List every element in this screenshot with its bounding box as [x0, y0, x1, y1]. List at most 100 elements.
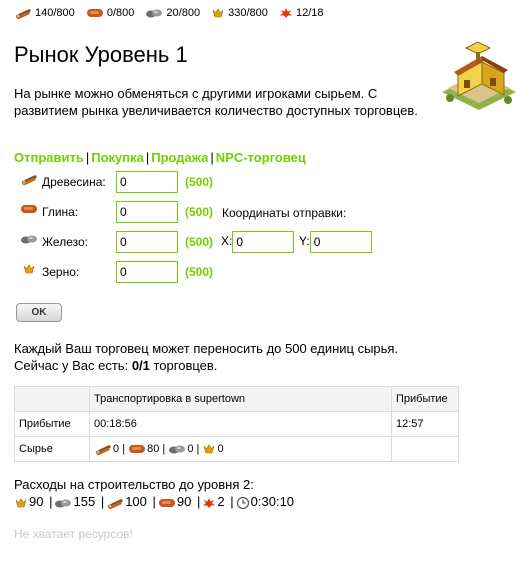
cost-wood: 100 — [125, 494, 147, 509]
coord-y-input[interactable] — [309, 231, 372, 253]
separator: | — [197, 494, 201, 509]
coord-x-input[interactable] — [232, 231, 295, 253]
crop-icon — [22, 263, 36, 275]
cost-iron: 155 — [73, 494, 96, 509]
clay-icon — [158, 497, 176, 509]
table-header-transport: Транспортировка в supertown — [89, 386, 392, 412]
resource-bar: 140/800 0/800 20/800 330/800 12/18 — [14, 7, 332, 20]
merchant-count-text: Сейчас у Вас есть: 0/1 торговцев. — [14, 357, 398, 374]
resource-clay: 0/800 — [86, 7, 135, 20]
resource-clay-value: 0/800 — [106, 7, 135, 20]
tab-separator: | — [85, 150, 90, 165]
page-title: Рынок Уровень 1 — [14, 42, 188, 67]
clock-icon — [236, 496, 250, 510]
coord-x-label: X: — [221, 234, 233, 249]
arrival-time: 12:57 — [391, 411, 459, 437]
table-header-row: Транспортировка в supertown Прибытие — [14, 386, 459, 412]
upgrade-cost-heading: Расходы на строительство до уровня 2: — [14, 477, 254, 492]
clay-icon — [20, 203, 38, 215]
coord-y-label: Y: — [299, 234, 310, 249]
transport-resources: 0 | 80 | 0 | 0 — [89, 436, 392, 462]
cost-clay: 90 — [176, 494, 192, 509]
tab-send[interactable]: Отправить — [14, 150, 84, 165]
merchant-info: Каждый Ваш торговец может переносить до … — [14, 340, 398, 374]
table-header-empty — [14, 386, 90, 412]
empty-cell — [391, 436, 459, 462]
transport-wood-value: 0 — [113, 442, 120, 455]
cost-crop: 90 — [29, 494, 44, 509]
coord-x: X: — [221, 231, 295, 253]
clay-max-link[interactable]: (500) — [185, 205, 213, 219]
crop-consumption-icon — [202, 497, 216, 509]
transport-clay-value: 80 — [147, 442, 160, 455]
arrival-label: Прибытие — [14, 411, 90, 437]
wood-icon — [106, 497, 124, 509]
wood-label: Древесина: — [42, 175, 106, 189]
crop-icon — [202, 443, 216, 455]
resource-consumption-value: 12/18 — [295, 7, 324, 20]
clay-label: Глина: — [42, 205, 79, 219]
crop-consumption-icon — [279, 7, 293, 19]
separator: | — [196, 442, 200, 455]
tab-npc-trader[interactable]: NPC-торговец — [216, 150, 306, 165]
resource-iron: 20/800 — [145, 7, 200, 19]
crop-icon — [211, 7, 225, 19]
market-tabs: Отправить | Покупка | Продажа | NPC-торговец — [14, 150, 306, 165]
tab-separator: | — [145, 150, 150, 165]
marketplace-building-icon — [442, 41, 516, 110]
separator: | — [152, 494, 156, 509]
resource-crop-value: 330/800 — [228, 7, 268, 20]
crop-label: Зерно: — [42, 265, 80, 279]
separator: | — [230, 494, 234, 509]
resource-consumption: 12/18 — [279, 7, 324, 19]
trade-table: Транспортировка в supertown Прибытие При… — [14, 386, 459, 462]
transport-crop-value: 0 — [217, 442, 224, 455]
crop-amount-input[interactable] — [116, 261, 178, 283]
resource-crop: 330/800 — [211, 7, 268, 19]
separator: | — [49, 494, 53, 509]
separator: | — [162, 442, 166, 455]
upgrade-costs: 90 | 155 | 100 | 90 | 2 | 0:30:10 — [14, 494, 294, 510]
merchant-count: 0/1 — [131, 358, 150, 373]
merchant-capacity-text: Каждый Ваш торговец может переносить до … — [14, 341, 399, 356]
table-row: Сырье 0 | 80 | 0 | 0 — [14, 436, 459, 462]
resource-iron-value: 20/800 — [166, 7, 201, 20]
wood-max-link[interactable]: (500) — [185, 175, 213, 189]
iron-icon — [168, 443, 186, 455]
merchant-count-prefix: Сейчас у Вас есть: — [14, 358, 132, 373]
transport-iron-value: 0 — [187, 442, 194, 455]
wood-amount-input[interactable] — [116, 171, 178, 193]
clay-amount-input[interactable] — [116, 201, 178, 223]
iron-icon — [145, 7, 163, 19]
separator: | — [122, 442, 126, 455]
tab-separator: | — [210, 150, 214, 165]
iron-icon — [20, 233, 38, 245]
coord-y: Y: — [299, 231, 372, 253]
cost-consumption: 2 — [217, 494, 225, 509]
iron-label: Железо: — [42, 235, 88, 249]
merchant-count-suffix: торговцев. — [149, 358, 218, 373]
clay-icon — [86, 7, 104, 19]
resources-label: Сырье — [14, 436, 90, 462]
ok-button[interactable]: OK — [16, 303, 62, 322]
transport-duration: 00:18:56 — [89, 411, 392, 437]
separator: | — [100, 494, 105, 509]
iron-max-link[interactable]: (500) — [185, 235, 213, 249]
clay-icon — [128, 443, 146, 455]
table-row: Прибытие 00:18:56 12:57 — [14, 411, 459, 437]
coordinates-label: Координаты отправки: — [222, 206, 347, 220]
crop-max-link[interactable]: (500) — [185, 265, 213, 279]
iron-amount-input[interactable] — [116, 231, 178, 253]
tab-sell[interactable]: Продажа — [151, 150, 208, 165]
wood-icon — [20, 173, 38, 185]
crop-icon — [14, 497, 28, 509]
wood-icon — [14, 7, 32, 19]
resource-wood-value: 140/800 — [35, 7, 75, 20]
table-header-arrival: Прибытие — [391, 386, 459, 412]
iron-icon — [54, 497, 72, 509]
not-enough-resources-text: Не хватает ресурсов! — [14, 527, 133, 541]
resource-wood: 140/800 — [14, 7, 75, 20]
market-description: На рынке можно обменяться с другими игро… — [14, 86, 418, 118]
tab-buy[interactable]: Покупка — [91, 150, 144, 165]
cost-time: 0:30:10 — [250, 494, 295, 509]
